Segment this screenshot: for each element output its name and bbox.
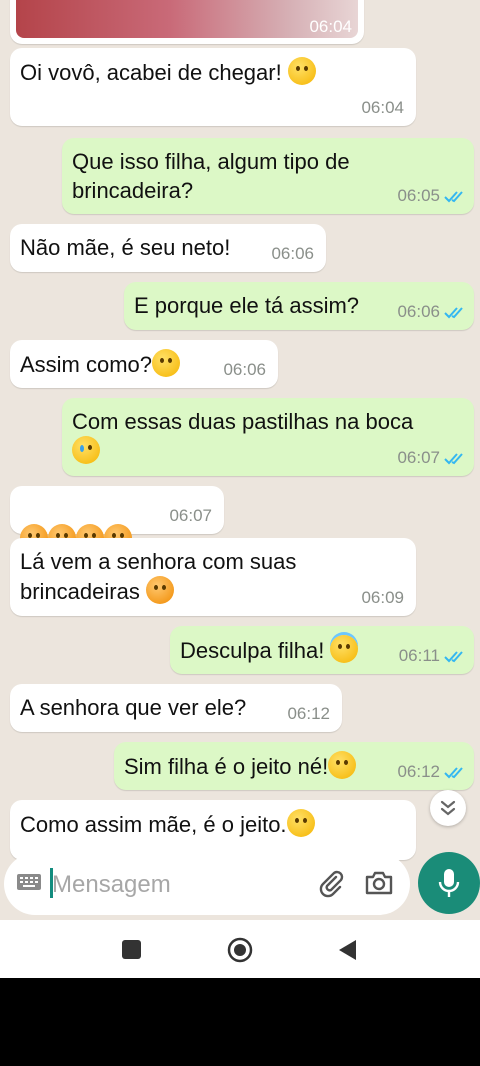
message-text: Lá vem a senhora com suas brincadeiras: [20, 549, 297, 604]
image-message[interactable]: 06:04: [10, 0, 364, 44]
incoming-message[interactable]: Oi vovô, acabei de chegar! 06:04: [10, 48, 416, 126]
message-time: 06:12: [397, 762, 440, 781]
mic-button[interactable]: [418, 852, 480, 914]
message-text: A senhora que ver ele?: [20, 695, 247, 720]
outgoing-message[interactable]: Desculpa filha! 06:11: [170, 626, 474, 674]
read-ticks-icon: [444, 191, 463, 203]
message-time: 06:04: [309, 17, 352, 36]
scroll-down-button[interactable]: [430, 790, 466, 826]
tears-of-joy-emoji: [72, 436, 100, 464]
read-ticks-icon: [444, 651, 463, 663]
chat-area: 06:04 Oi vovô, acabei de chegar! 06:04 Q…: [0, 0, 480, 920]
message-time: 06:05: [397, 186, 440, 205]
read-ticks-icon: [444, 307, 463, 319]
eye-roll-emoji: [286, 809, 315, 837]
message-time: 06:12: [287, 704, 330, 723]
message-text: Com essas duas pastilhas na boca: [72, 407, 413, 466]
outgoing-message[interactable]: Que isso filha, algum tipo de brincadeir…: [62, 138, 474, 214]
square-icon[interactable]: [122, 940, 141, 959]
message-text: Como assim mãe, é o jeito.: [20, 809, 315, 839]
message-input[interactable]: Mensagem: [52, 871, 171, 899]
message-time: 06:07: [397, 448, 440, 467]
paperclip-icon[interactable]: [316, 869, 346, 899]
message-text: Sim filha é o jeito né!: [124, 751, 357, 781]
double-chevron-down-icon: [440, 800, 456, 816]
keyboard-icon[interactable]: [16, 873, 42, 893]
message-text: Desculpa filha!: [180, 635, 359, 665]
incoming-message[interactable]: Lá vem a senhora com suas brincadeiras 0…: [10, 538, 416, 616]
triangle-back-icon[interactable]: [336, 938, 358, 962]
message-time: 06:09: [361, 588, 404, 607]
outgoing-message[interactable]: Sim filha é o jeito né! 06:12: [114, 742, 474, 790]
read-ticks-icon: [444, 453, 463, 465]
halo-face-emoji: [330, 635, 359, 663]
outgoing-message[interactable]: Com essas duas pastilhas na boca 06:07: [62, 398, 474, 476]
message-time: 06:07: [169, 506, 212, 525]
message-text: Assim como?: [20, 349, 181, 379]
outgoing-message[interactable]: E porque ele tá assim? 06:06: [124, 282, 474, 330]
hand-over-mouth-emoji: [328, 751, 357, 779]
system-nav-bar: [0, 920, 480, 978]
message-time: 06:06: [397, 302, 440, 321]
message-time: 06:06: [271, 244, 314, 263]
camera-icon[interactable]: [364, 869, 394, 897]
thinking-face-emoji: [152, 349, 181, 377]
incoming-message[interactable]: Como assim mãe, é o jeito.: [10, 800, 416, 860]
message-time: 06:06: [223, 360, 266, 379]
incoming-message[interactable]: Não mãe, é seu neto! 06:06: [10, 224, 326, 272]
message-text: E porque ele tá assim?: [134, 293, 360, 318]
message-photo[interactable]: [16, 0, 358, 38]
message-text: Oi vovô, acabei de chegar!: [20, 57, 316, 87]
message-input-bar[interactable]: Mensagem: [4, 853, 410, 915]
circle-icon[interactable]: [226, 936, 254, 964]
read-ticks-icon: [444, 767, 463, 779]
message-time: 06:04: [361, 98, 404, 117]
smiling-face-emoji: [287, 57, 316, 85]
angry-face-emoji: [145, 576, 174, 604]
message-text: Não mãe, é seu neto!: [20, 235, 231, 260]
message-text: Que isso filha, algum tipo de brincadeir…: [72, 149, 350, 203]
incoming-message[interactable]: A senhora que ver ele? 06:12: [10, 684, 342, 732]
incoming-message[interactable]: Assim como? 06:06: [10, 340, 278, 388]
message-time: 06:11: [398, 646, 440, 665]
incoming-message[interactable]: 06:07: [10, 486, 224, 552]
microphone-icon: [438, 869, 460, 897]
